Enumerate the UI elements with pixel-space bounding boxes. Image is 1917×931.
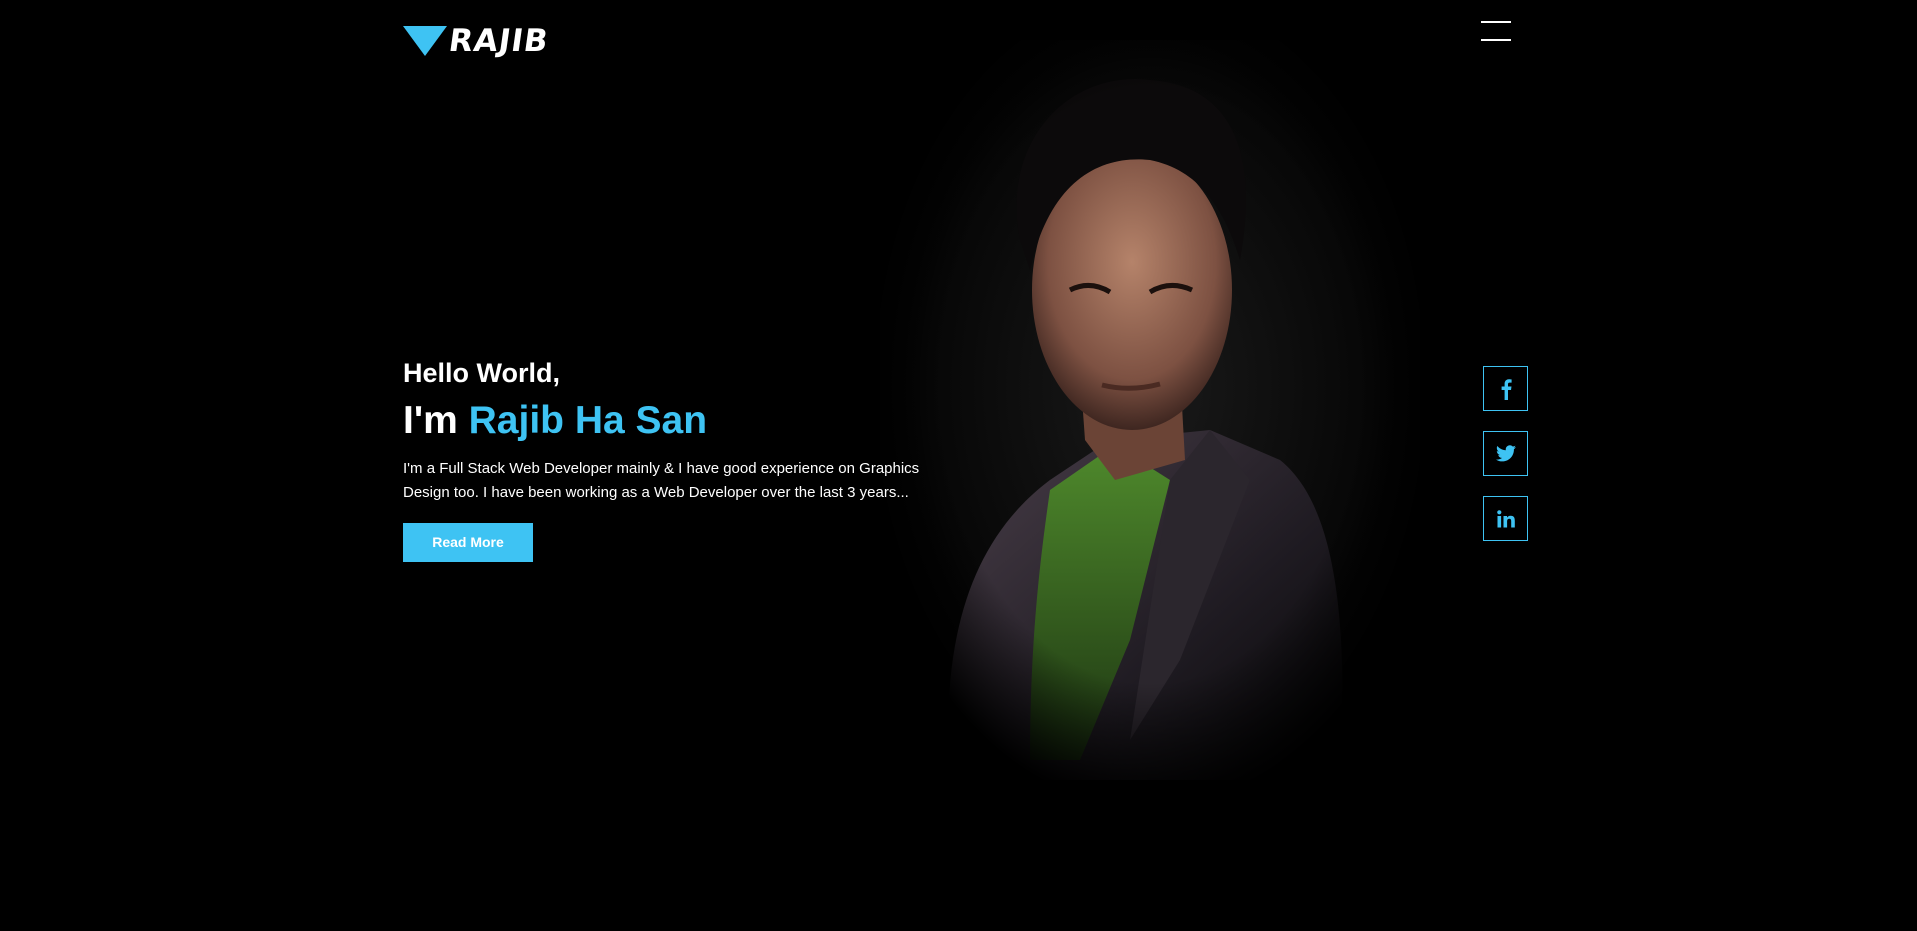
- linkedin-icon: [1496, 509, 1515, 527]
- menu-bar-top: [1481, 21, 1511, 23]
- page: RAJIB Hello World, I'm Rajib Ha San I'm …: [0, 0, 1917, 931]
- hamburger-menu-icon[interactable]: [1481, 20, 1513, 44]
- twitter-link[interactable]: [1483, 431, 1528, 476]
- name-heading: I'm Rajib Ha San: [403, 397, 963, 445]
- hero-section: Hello World, I'm Rajib Ha San I'm a Full…: [403, 355, 963, 562]
- twitter-icon: [1495, 445, 1516, 462]
- menu-bar-bottom: [1481, 39, 1511, 41]
- greeting-heading: Hello World,: [403, 358, 561, 388]
- facebook-icon: [1501, 378, 1512, 400]
- intro-paragraph: I'm a Full Stack Web Developer mainly & …: [403, 460, 920, 501]
- triangle-logo-icon: [403, 26, 447, 56]
- linkedin-link[interactable]: [1483, 496, 1528, 541]
- name-accent: Rajib Ha San: [468, 399, 708, 442]
- facebook-link[interactable]: [1483, 366, 1528, 411]
- site-logo[interactable]: RAJIB: [403, 23, 552, 59]
- logo-text: RAJIB: [446, 23, 552, 59]
- read-more-button[interactable]: Read More: [403, 523, 533, 562]
- social-links: [1483, 366, 1528, 561]
- name-prefix: I'm: [403, 399, 458, 442]
